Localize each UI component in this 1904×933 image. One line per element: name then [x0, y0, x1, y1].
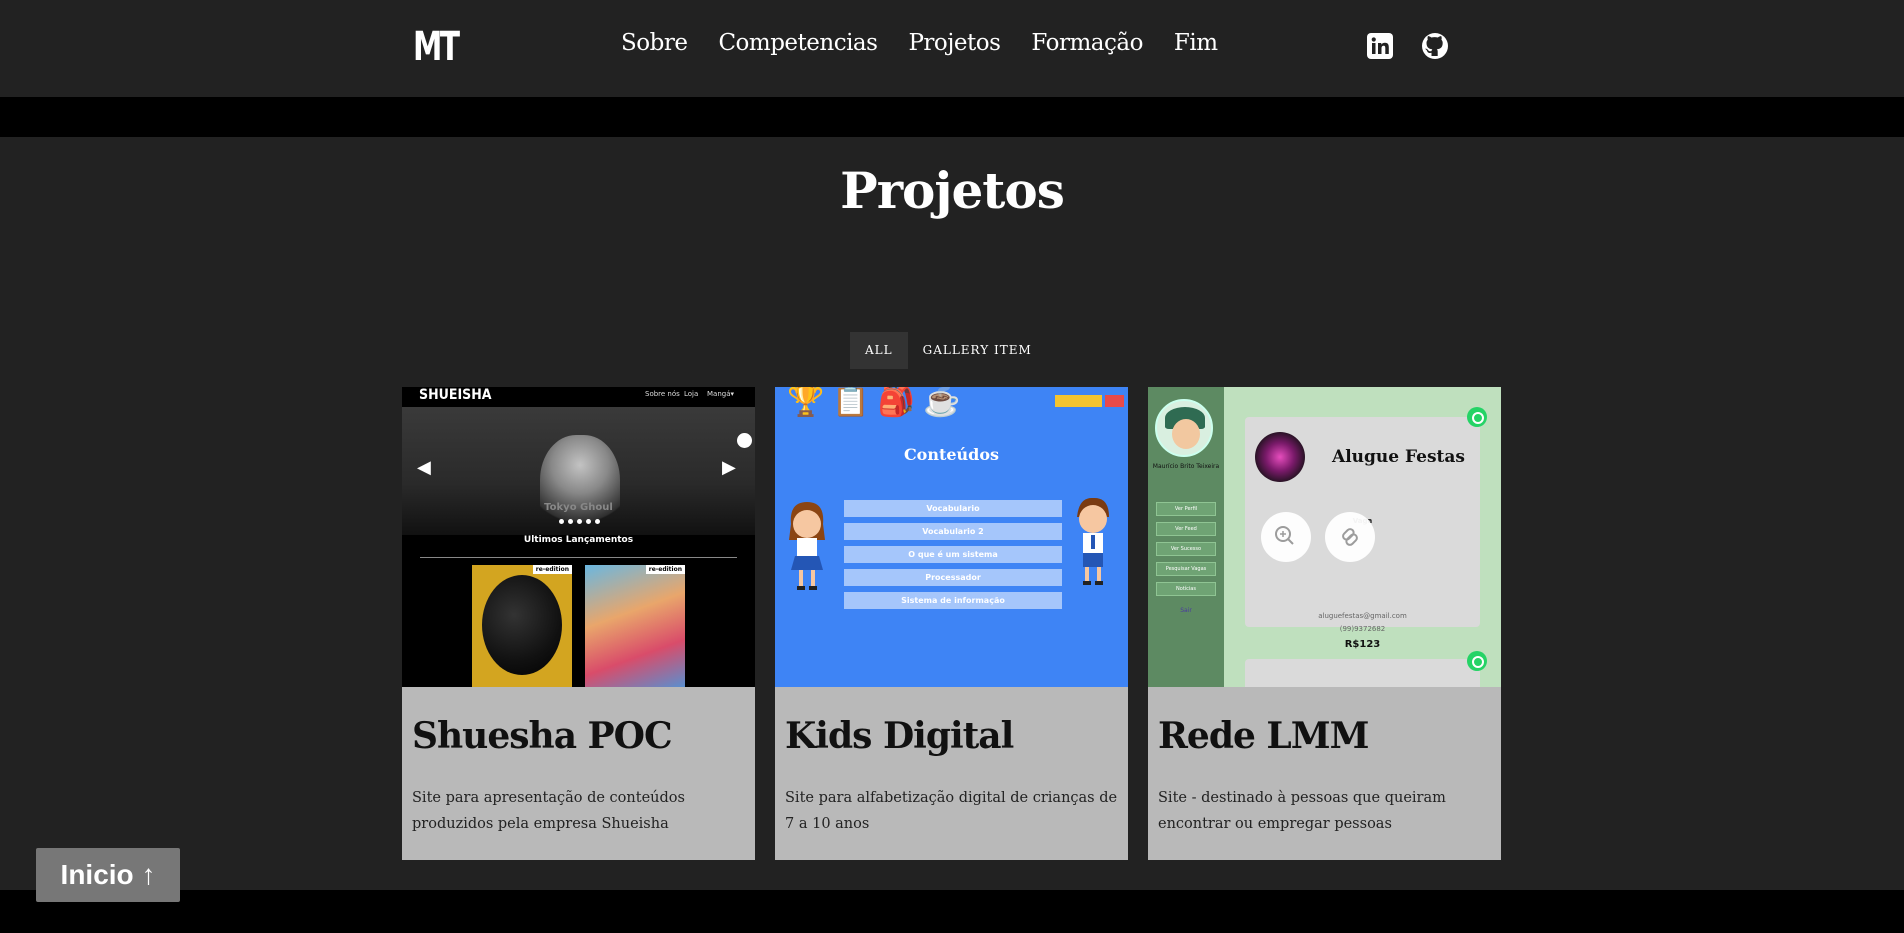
arrow-left-icon: ◀	[417, 457, 431, 478]
linkedin-icon[interactable]	[1366, 32, 1394, 60]
thumb-phone: (99)9372682	[1339, 625, 1386, 633]
card-description: Site para alfabetização digital de crian…	[785, 790, 1118, 832]
divider-band	[0, 97, 1904, 137]
zoom-icon[interactable]	[1261, 512, 1311, 562]
link-icon[interactable]	[1325, 512, 1375, 562]
boy-illustration	[1077, 497, 1109, 585]
thumb-price: R$123	[1344, 639, 1381, 650]
projects-section: Projetos ALL GALLERY ITEM SHUEISHA Sobre…	[0, 137, 1904, 890]
thumb-divider	[420, 557, 737, 558]
thumb-menu-item: Pesquisar Vagas	[1156, 562, 1216, 576]
whatsapp-icon	[1467, 651, 1487, 671]
back-to-top-button[interactable]: Inicio ↑	[36, 848, 180, 902]
thumb-logout: Sair	[1180, 607, 1192, 614]
thumb-button	[1105, 395, 1124, 407]
nav-link-competencias[interactable]: Competencias	[718, 30, 878, 56]
thumb-party-image	[1255, 432, 1305, 482]
thumb-list-item: O que é um sistema	[844, 546, 1062, 563]
card-description: Site para apresentação de conteúdos prod…	[412, 790, 685, 832]
trophy-icon: 🏆	[787, 387, 825, 419]
manga-cover: re-edition	[585, 565, 685, 687]
navbar: MT Sobre Competencias Projetos Formação …	[0, 0, 1904, 97]
thumb-list-item: Vocabulario 2	[844, 523, 1062, 540]
thumb-list-item: Processador	[844, 569, 1062, 586]
coffee-icon: ☕	[923, 387, 961, 419]
nav-link-fim[interactable]: Fim	[1174, 30, 1218, 56]
project-thumbnail[interactable]: 🏆 📋 🎒 ☕ Conteúdos Vocabulario Vocabulario 2…	[775, 387, 1128, 687]
thumb-list-item: Sistema de informação	[844, 592, 1062, 609]
thumb-job-title: Alugue Festas	[1332, 447, 1465, 467]
site-logo[interactable]: MT	[413, 24, 460, 70]
nav-link-projetos[interactable]: Projetos	[908, 30, 1000, 56]
whatsapp-icon	[1467, 407, 1487, 427]
thumb-hero	[402, 407, 755, 535]
thumb-email: aluguefestas@gmail.com	[1318, 612, 1407, 620]
carousel-dots	[559, 519, 600, 524]
thumb-content-list: Vocabulario Vocabulario 2 O que é um sis…	[844, 500, 1062, 615]
pause-icon	[737, 433, 752, 448]
project-card-kids-digital[interactable]: 🏆 📋 🎒 ☕ Conteúdos Vocabulario Vocabulario 2…	[775, 387, 1128, 860]
thumb-nav-item: Loja	[684, 390, 699, 398]
nav-links: Sobre Competencias Projetos Formação Fim	[621, 30, 1218, 56]
arrow-right-icon: ▶	[722, 457, 736, 478]
project-thumbnail[interactable]: SHUEISHA Sobre nós Loja Mangá▾ ◀ ▶ Tokyo…	[402, 387, 755, 687]
nav-link-formacao[interactable]: Formação	[1031, 30, 1143, 56]
backpack-icon: 🎒	[877, 387, 916, 419]
section-title: Projetos	[840, 161, 1065, 220]
thumb-brand: SHUEISHA	[419, 387, 492, 403]
project-card-rede-lmm[interactable]: Maurício Brito Teixeira Ver Perfil Ver F…	[1148, 387, 1501, 860]
thumb-sidebar: Maurício Brito Teixeira Ver Perfil Ver F…	[1148, 387, 1224, 687]
card-description: Site - destinado à pessoas que queiram e…	[1158, 790, 1446, 832]
thumb-icon-row: 🏆 📋 🎒 ☕	[787, 387, 960, 417]
nav-link-sobre[interactable]: Sobre	[621, 30, 688, 56]
filter-all[interactable]: ALL	[850, 332, 908, 369]
github-icon[interactable]	[1421, 32, 1449, 60]
filter-gallery-item[interactable]: GALLERY ITEM	[908, 332, 1047, 369]
thumb-menu-item: Ver Sucesso	[1156, 542, 1216, 556]
footer-band	[0, 890, 1904, 933]
thumb-nav-item: Sobre nós	[645, 390, 680, 398]
card-title: Rede LMM	[1158, 715, 1369, 757]
thumb-nav-item: Mangá▾	[707, 390, 735, 398]
project-thumbnail[interactable]: Maurício Brito Teixeira Ver Perfil Ver F…	[1148, 387, 1501, 687]
thumb-menu-item: Ver Feed	[1156, 522, 1216, 536]
card-title: Kids Digital	[785, 715, 1014, 757]
filter-bar: ALL GALLERY ITEM	[850, 332, 1047, 369]
thumb-menu-item: Notícias	[1156, 582, 1216, 596]
girl-illustration	[789, 502, 825, 590]
thumb-caption: Tokyo Ghoul	[544, 502, 613, 513]
card-title: Shuesha POC	[412, 715, 673, 757]
project-card-shuesha[interactable]: SHUEISHA Sobre nós Loja Mangá▾ ◀ ▶ Tokyo…	[402, 387, 755, 860]
thumb-section-label: Ultimos Lançamentos	[523, 535, 634, 545]
thumb-menu-item: Ver Perfil	[1156, 502, 1216, 516]
manga-cover: re-edition	[472, 565, 572, 687]
thumb-heading: Conteúdos	[903, 445, 1000, 464]
checklist-icon: 📋	[832, 387, 870, 419]
thumb-profile-name: Maurício Brito Teixeira	[1152, 463, 1220, 470]
thumb-list-item: Vocabulario	[844, 500, 1062, 517]
thumb-job-card	[1245, 659, 1480, 687]
thumb-button	[1055, 395, 1102, 407]
avatar	[1155, 399, 1213, 457]
